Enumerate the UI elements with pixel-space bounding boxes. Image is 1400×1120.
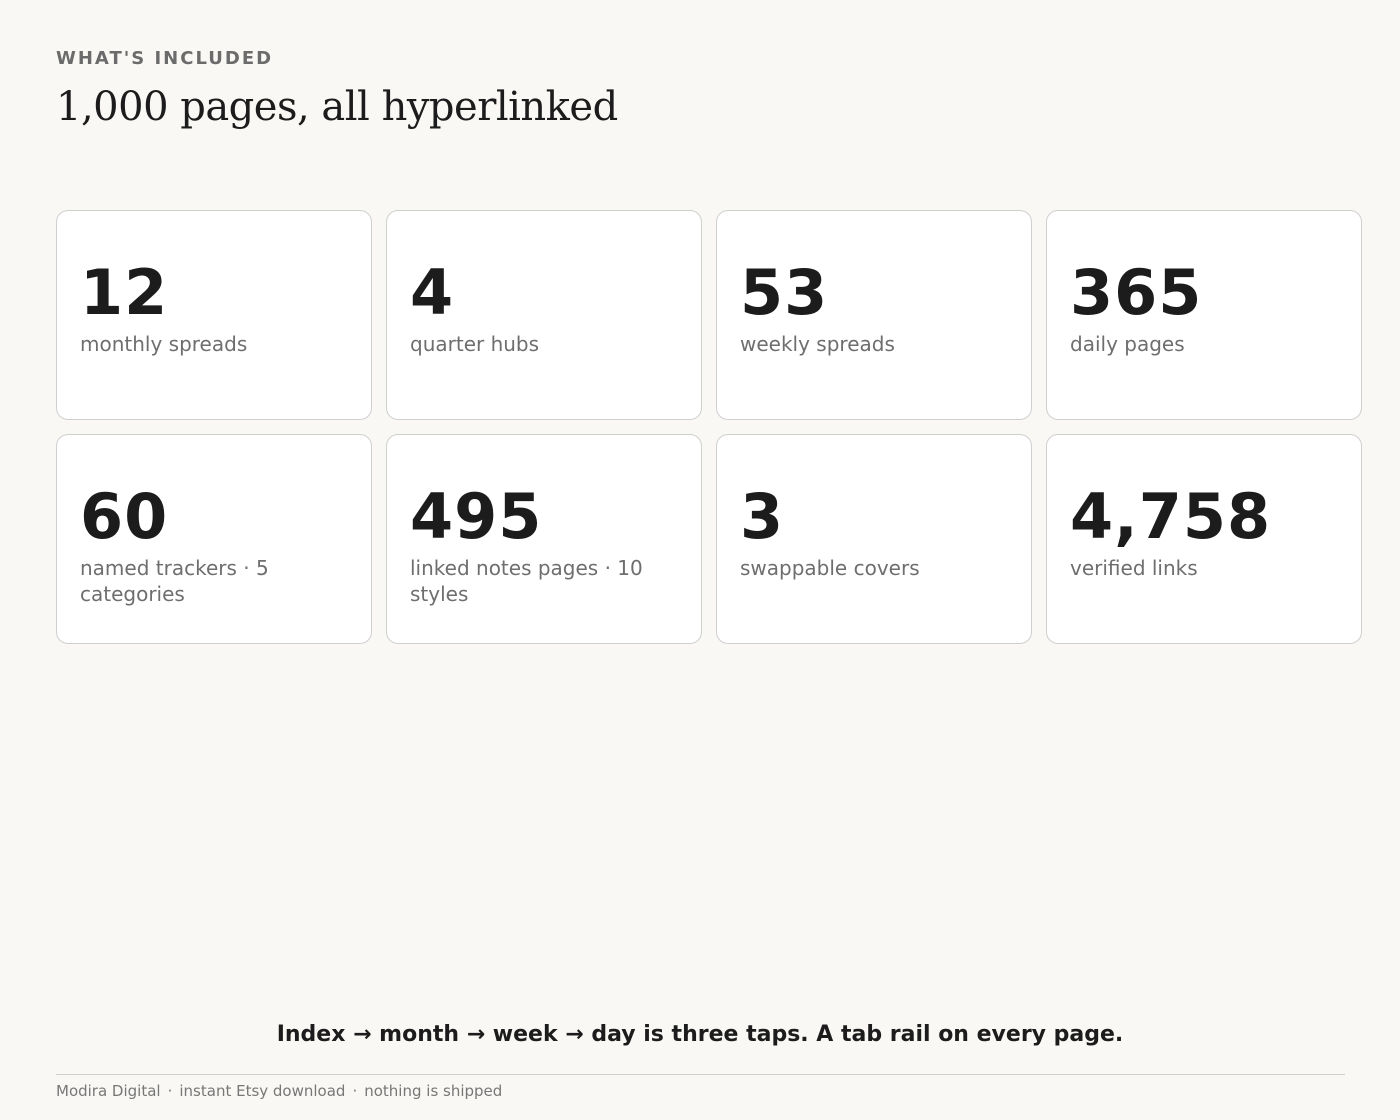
stat-label: daily pages <box>1070 332 1185 356</box>
stat-label: quarter hubs <box>410 332 540 356</box>
stat-value: 3 <box>740 480 785 553</box>
stat-card-notes-pages: 495 linked notes pages · 10 styles <box>386 434 702 644</box>
stat-value: 12 <box>80 256 169 329</box>
footer-separator: · <box>352 1082 358 1100</box>
footer-brand: Modira Digital <box>56 1082 161 1100</box>
stat-label: linked notes pages · 10 styles <box>410 556 643 606</box>
stat-value: 365 <box>1070 256 1203 329</box>
stat-card-named-trackers: 60 named trackers · 5 categories <box>56 434 372 644</box>
stat-card-weekly-spreads: 53 weekly spreads <box>716 210 1032 420</box>
stat-value: 495 <box>410 480 543 553</box>
footer-divider <box>56 1074 1345 1075</box>
stat-value: 53 <box>740 256 829 329</box>
stat-card-verified-links: 4,758 verified links <box>1046 434 1362 644</box>
stat-label: verified links <box>1070 556 1198 580</box>
stat-label: swappable covers <box>740 556 920 580</box>
stat-card-daily-pages: 365 daily pages <box>1046 210 1362 420</box>
footer-shipping-note: nothing is shipped <box>364 1082 503 1100</box>
footer: Modira Digital · instant Etsy download · not… <box>56 1080 502 1102</box>
footer-separator: · <box>167 1082 173 1100</box>
stat-label: named trackers · 5 categories <box>80 556 269 606</box>
navigation-tagline: Index → month → week → day is three taps… <box>276 1022 1124 1047</box>
stats-grid: 12 monthly spreads 4 quarter hubs 53 wee… <box>56 210 1364 644</box>
page-title: 1,000 pages, all hyperlinked <box>56 84 618 130</box>
stat-value: 4,758 <box>1070 480 1272 553</box>
stat-label: monthly spreads <box>80 332 248 356</box>
footer-delivery: instant Etsy download <box>179 1082 346 1100</box>
eyebrow-label: WHAT'S INCLUDED <box>56 48 274 69</box>
stat-card-swappable-covers: 3 swappable covers <box>716 434 1032 644</box>
stat-label: weekly spreads <box>740 332 895 356</box>
stat-card-monthly-spreads: 12 monthly spreads <box>56 210 372 420</box>
stat-card-quarter-hubs: 4 quarter hubs <box>386 210 702 420</box>
stat-value: 4 <box>410 256 455 329</box>
stat-value: 60 <box>80 480 169 553</box>
